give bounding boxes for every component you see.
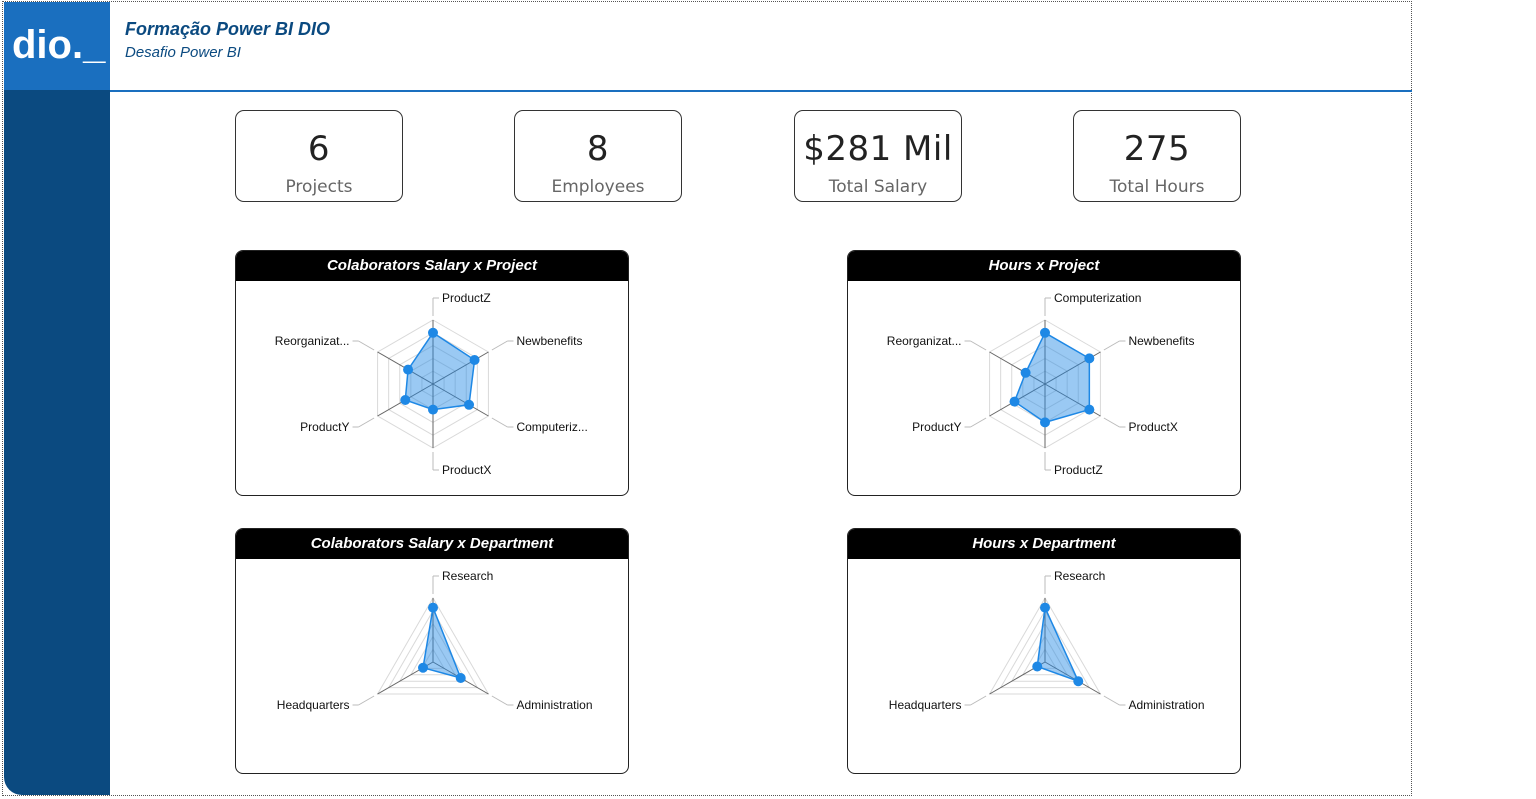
axis-label: ProductY — [300, 420, 349, 434]
data-point — [1032, 661, 1043, 672]
data-point — [1009, 396, 1020, 407]
data-point — [1040, 417, 1050, 428]
data-point — [1073, 676, 1084, 687]
kpi-label: Total Salary — [828, 177, 928, 197]
axis-label: Research — [1054, 569, 1105, 583]
chart-salary-by-department[interactable]: Colaborators Salary x Department Researc… — [235, 528, 629, 774]
chart-salary-by-project[interactable]: Colaborators Salary x Project ProductZ Ne… — [235, 250, 629, 496]
chart-hours-by-project[interactable]: Hours x Project Computerization Newbenefi… — [847, 250, 1241, 496]
chart-title: Colaborators Salary x Department — [236, 529, 628, 559]
svg-text:dio._: dio._ — [12, 26, 106, 67]
label-leader — [491, 695, 508, 706]
kpi-label: Total Hours — [1109, 177, 1205, 197]
radar-chart[interactable]: Research Administration Headquarters — [236, 559, 629, 774]
label-leader — [1103, 695, 1120, 706]
axis-label: Administration — [516, 698, 592, 712]
label-leader — [1103, 340, 1120, 351]
axis-label: ProductZ — [442, 291, 491, 305]
axis-label: ProductX — [442, 463, 491, 477]
kpi-card-employees[interactable]: 8 Employees — [514, 110, 682, 202]
data-point — [418, 662, 429, 673]
axis-label: Reorganizat... — [275, 334, 350, 348]
label-leader — [491, 340, 508, 351]
data-point — [455, 673, 466, 683]
data-point — [428, 602, 438, 613]
kpi-value: 275 — [1123, 129, 1191, 169]
label-leader — [358, 695, 375, 706]
axis-label: Headquarters — [889, 698, 962, 712]
axis-label: Computeriz... — [516, 420, 587, 434]
axis-label: Newbenefits — [516, 334, 582, 348]
label-leader — [1103, 417, 1120, 428]
chart-title: Hours x Department — [848, 529, 1240, 559]
chart-title: Colaborators Salary x Project — [236, 251, 628, 281]
data-point — [1040, 602, 1050, 613]
data-point — [1084, 404, 1095, 415]
data-point — [400, 395, 411, 405]
data-point — [464, 399, 475, 410]
radar-chart[interactable]: ProductZ Newbenefits Computeriz... ProductX… — [236, 281, 629, 496]
radar-chart[interactable]: Computerization Newbenefits ProductX Produc… — [848, 281, 1241, 496]
label-leader — [970, 340, 987, 351]
data-point — [1020, 367, 1031, 378]
axis-label: Reorganizat... — [887, 334, 962, 348]
axis-label: Headquarters — [277, 698, 350, 712]
data-point — [1040, 327, 1050, 338]
axis-label: ProductZ — [1054, 463, 1103, 477]
kpi-card-total-hours[interactable]: 275 Total Hours — [1073, 110, 1241, 202]
page-subtitle: Desafio Power BI — [125, 44, 241, 61]
radar-chart[interactable]: Research Administration Headquarters — [848, 559, 1241, 774]
kpi-value: $281 Mil — [803, 129, 953, 169]
kpi-value: 6 — [307, 129, 331, 169]
data-point — [428, 404, 438, 415]
axis-label: ProductY — [912, 420, 961, 434]
chart-title: Hours x Project — [848, 251, 1240, 281]
data-point — [469, 355, 480, 365]
label-leader — [970, 417, 987, 428]
data-point — [428, 327, 438, 338]
data-point — [403, 364, 414, 375]
logo: dio._ — [4, 2, 110, 90]
axis-label: Newbenefits — [1128, 334, 1194, 348]
label-leader — [491, 417, 508, 428]
dio-logo-icon: dio._ — [12, 26, 106, 67]
label-leader — [358, 417, 375, 428]
axis-label: Administration — [1128, 698, 1204, 712]
chart-hours-by-department[interactable]: Hours x Department Research Administratio… — [847, 528, 1241, 774]
kpi-value: 8 — [586, 129, 610, 169]
axis-label: ProductX — [1128, 420, 1177, 434]
label-leader — [970, 695, 987, 706]
axis-label: Research — [442, 569, 493, 583]
page-title: Formação Power BI DIO — [125, 19, 331, 39]
kpi-card-total-salary[interactable]: $281 Mil Total Salary — [794, 110, 962, 202]
label-leader — [358, 340, 375, 351]
kpi-card-projects[interactable]: 6 Projects — [235, 110, 403, 202]
header-divider — [110, 90, 1412, 92]
kpi-label: Employees — [551, 177, 645, 197]
series-area — [404, 331, 476, 411]
data-point — [1084, 353, 1095, 364]
sidebar — [4, 2, 110, 795]
axis-label: Computerization — [1054, 291, 1141, 305]
kpi-label: Projects — [285, 177, 353, 197]
